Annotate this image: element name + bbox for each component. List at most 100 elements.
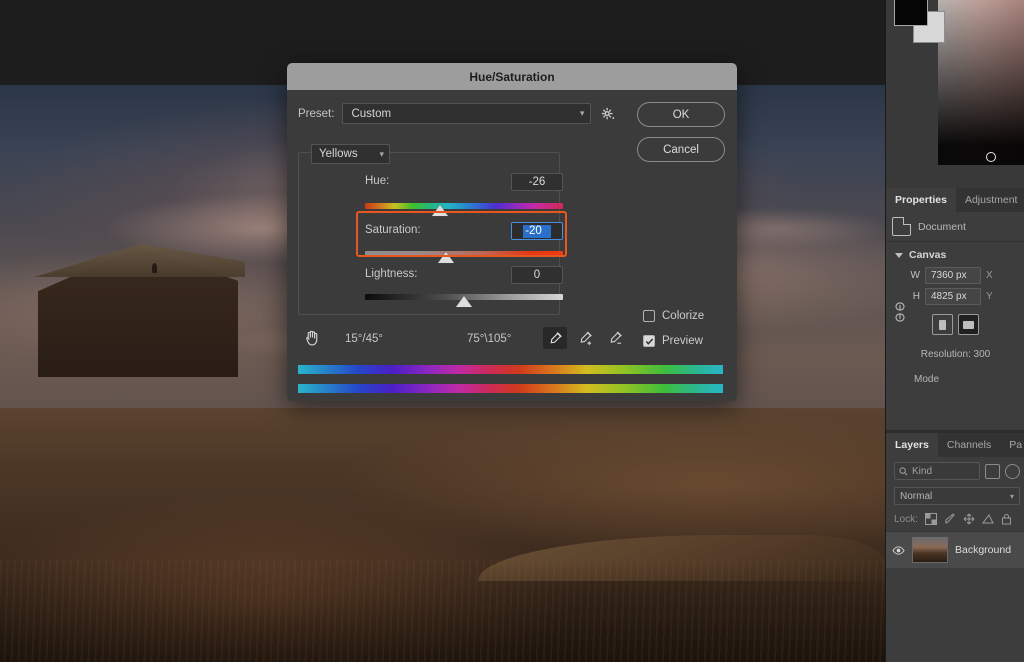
width-input[interactable]: 7360 px (925, 267, 981, 284)
color-field[interactable] (938, 0, 1024, 165)
photo-field (0, 408, 885, 662)
preview-checkbox[interactable] (643, 335, 655, 347)
layer-thumbnail (912, 537, 948, 563)
eyedropper-subtract-icon[interactable] (603, 327, 627, 349)
tab-channels[interactable]: Channels (938, 433, 1000, 457)
hand-icon[interactable] (304, 329, 321, 346)
lightness-input[interactable]: 0 (511, 266, 563, 284)
chevron-down-icon (895, 253, 903, 258)
color-range-value: Yellows (319, 148, 358, 160)
orientation-buttons (886, 314, 1024, 335)
document-row: Document (886, 212, 1024, 242)
hue-slider-thumb[interactable] (432, 205, 448, 216)
photo-bird (152, 263, 157, 273)
photo-grass (0, 560, 885, 662)
color-picker-marker[interactable] (986, 152, 996, 162)
tab-paths[interactable]: Pa (1000, 433, 1024, 457)
table-row[interactable]: Background (886, 532, 1024, 568)
layer-filter-value: Kind (912, 466, 932, 477)
saturation-value: -20 (523, 225, 551, 238)
colorize-label: Colorize (662, 310, 704, 322)
layer-filter-kind-select[interactable]: Kind (894, 462, 980, 480)
lock-position-icon[interactable] (963, 513, 975, 525)
properties-panel-body: Document Canvas W 7360 px X (886, 212, 1024, 430)
dialog-titlebar[interactable]: Hue/Saturation (287, 63, 737, 90)
chevron-down-icon: ▾ (580, 108, 585, 119)
hue-value: -26 (529, 176, 546, 188)
filter-adjustment-icon[interactable] (1005, 464, 1020, 479)
gear-icon[interactable] (601, 107, 615, 121)
landscape-icon (963, 321, 974, 329)
lock-brush-icon[interactable] (944, 513, 956, 525)
saturation-slider-track[interactable] (365, 251, 563, 257)
chevron-down-icon: ▾ (379, 149, 384, 160)
document-label: Document (918, 221, 966, 233)
lock-label: Lock: (894, 514, 918, 525)
lock-transparency-icon[interactable] (925, 513, 937, 525)
width-label: W (910, 270, 920, 281)
preset-value: Custom (351, 108, 391, 120)
filter-pixel-icon[interactable] (985, 464, 1000, 479)
lock-all-icon[interactable] (1001, 513, 1012, 525)
colorize-checkbox[interactable] (643, 310, 655, 322)
canvas-section-title: Canvas (909, 249, 946, 261)
resolution-label: Resolution: 300 (886, 349, 1024, 360)
eyedropper-add-icon[interactable] (573, 327, 597, 349)
layers-panel-body: Kind Normal ▾ Lock: (886, 457, 1024, 662)
colorize-row[interactable]: Colorize (643, 310, 704, 322)
eye-visibility-icon[interactable] (892, 544, 905, 557)
properties-tabstrip: Properties Adjustment (886, 188, 1024, 212)
lock-row: Lock: (886, 509, 1024, 532)
color-spectrum-top (298, 365, 723, 374)
search-icon (899, 467, 908, 476)
eyedropper-icon[interactable] (543, 327, 567, 349)
range-low-label: 15°/45° (345, 333, 383, 345)
color-range-select[interactable]: Yellows ▾ (311, 144, 390, 164)
preview-row[interactable]: Preview (643, 335, 703, 347)
cancel-button[interactable]: Cancel (637, 137, 725, 162)
hue-slider-track[interactable] (365, 203, 563, 209)
dialog-title: Hue/Saturation (469, 70, 554, 84)
right-panel: Properties Adjustment Document Canvas (885, 0, 1024, 662)
canvas-width-row: W 7360 px X (886, 265, 1024, 286)
color-spectrum-bottom (298, 384, 723, 393)
document-icon (892, 217, 911, 236)
tab-layers[interactable]: Layers (886, 433, 938, 457)
saturation-input[interactable]: -20 (511, 222, 563, 240)
lightness-slider-thumb[interactable] (456, 296, 472, 307)
lock-artboard-icon[interactable] (982, 513, 994, 525)
width-axis-label: X (986, 270, 993, 281)
portrait-orientation-button[interactable] (932, 314, 953, 335)
canvas-section-header[interactable]: Canvas (886, 242, 1024, 265)
ok-button[interactable]: OK (637, 102, 725, 127)
chevron-down-icon: ▾ (1010, 492, 1014, 501)
height-label: H (910, 291, 920, 302)
canvas-height-row: H 4825 px Y (886, 286, 1024, 307)
layer-name: Background (955, 544, 1011, 556)
layers-tabstrip: Layers Channels Pa (886, 433, 1024, 457)
height-input[interactable]: 4825 px (925, 288, 981, 305)
lightness-label: Lightness: (365, 268, 417, 280)
mode-label: Mode (886, 374, 1024, 385)
dialog-buttons: OK Cancel (637, 102, 725, 162)
foreground-color-swatch[interactable] (894, 0, 928, 26)
layer-filter-row: Kind (886, 457, 1024, 485)
preset-select[interactable]: Custom ▾ (342, 103, 591, 124)
hue-input[interactable]: -26 (511, 173, 563, 191)
link-dimensions-icon[interactable] (894, 302, 906, 322)
photoshop-window: Properties Adjustment Document Canvas (0, 0, 1024, 662)
hue-label: Hue: (365, 175, 389, 187)
tab-adjustments[interactable]: Adjustment (956, 188, 1024, 212)
saturation-slider-thumb[interactable] (438, 252, 454, 263)
portrait-icon (939, 320, 946, 330)
preset-label: Preset: (298, 108, 334, 120)
blend-mode-value: Normal (900, 491, 932, 502)
lightness-value: 0 (534, 269, 540, 281)
color-panel[interactable] (886, 0, 1024, 188)
landscape-orientation-button[interactable] (958, 314, 979, 335)
height-axis-label: Y (986, 291, 993, 302)
tab-properties[interactable]: Properties (886, 188, 956, 212)
blend-mode-row: Normal ▾ (886, 485, 1024, 509)
range-high-label: 75°\105° (467, 333, 511, 345)
blend-mode-select[interactable]: Normal ▾ (894, 487, 1020, 505)
